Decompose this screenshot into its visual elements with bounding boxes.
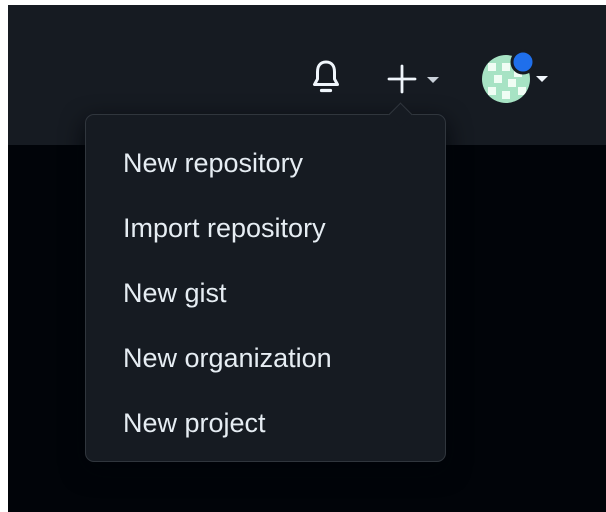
menu-item-new-gist[interactable]: New gist — [86, 261, 445, 326]
user-menu-button[interactable] — [474, 45, 564, 115]
notifications-button[interactable] — [310, 57, 342, 97]
menu-item-import-repository[interactable]: Import repository — [86, 196, 445, 261]
app-frame: New repository Import repository New gis… — [8, 5, 606, 512]
menu-item-new-project[interactable]: New project — [86, 391, 445, 456]
create-new-dropdown-menu: New repository Import repository New gis… — [85, 102, 446, 462]
bell-icon — [313, 60, 339, 93]
create-new-button[interactable] — [380, 57, 450, 101]
menu-item-new-organization[interactable]: New organization — [86, 326, 445, 391]
notification-dot — [510, 49, 536, 75]
plus-icon — [387, 64, 417, 94]
caret-down-icon — [427, 77, 439, 83]
menu-item-new-repository[interactable]: New repository — [86, 131, 445, 196]
dropdown-menu-list: New repository Import repository New gis… — [86, 115, 445, 456]
avatar-identicon — [482, 49, 548, 103]
